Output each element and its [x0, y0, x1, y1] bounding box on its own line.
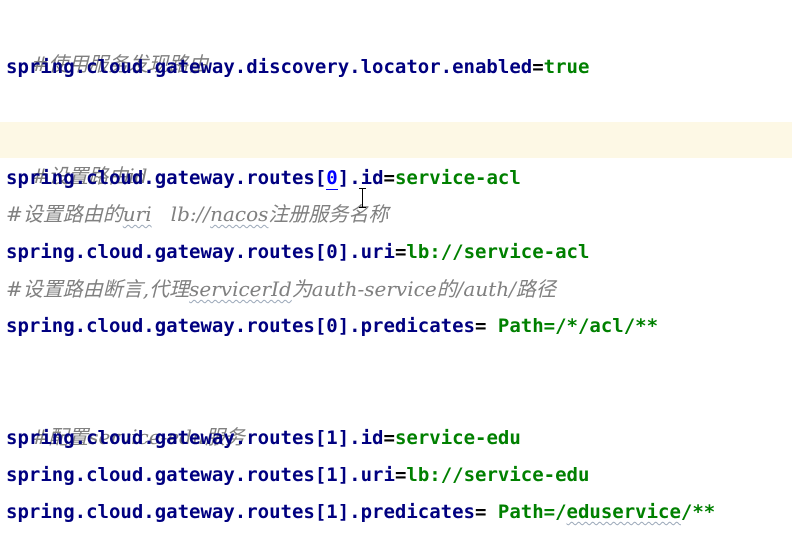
code-line[interactable]: spring.cloud.gateway.routes[0].predicate…	[0, 308, 792, 344]
code-line[interactable]: spring.cloud.gateway.routes[0].id=servic…	[0, 160, 792, 196]
property-value: service-acl	[394, 167, 521, 189]
code-line[interactable]: spring.cloud.gateway.discovery.locator.e…	[0, 49, 792, 85]
property-value: /**	[680, 501, 716, 523]
code-editor[interactable]: #使用服务发现路由 spring.cloud.gateway.discovery…	[0, 0, 792, 552]
property-separator: =	[475, 315, 498, 337]
property-value-typo: eduservice	[566, 501, 681, 523]
property-separator: =	[383, 167, 395, 189]
code-line-comment[interactable]: #设置路由的uri lb://nacos注册服务名称	[0, 196, 792, 232]
code-line[interactable]: spring.cloud.gateway.routes[1].uri=lb://…	[0, 457, 792, 493]
comment-text: 注册服务名称	[268, 202, 389, 226]
code-line-comment-current[interactable]: #设置路由id	[0, 122, 792, 188]
property-key: spring.cloud.gateway.routes[0].uri	[6, 241, 395, 263]
code-line-comment[interactable]: #设置路由断言,代理servicerId为auth-service的/auth/…	[0, 271, 792, 307]
code-line[interactable]: spring.cloud.gateway.routes[0].uri=lb://…	[0, 234, 792, 270]
code-line[interactable]: spring.cloud.gateway.routes[1].id=servic…	[0, 420, 792, 456]
property-key: spring.cloud.gateway.routes[1].predicate…	[6, 501, 475, 523]
comment-text-typo: servicerId	[189, 277, 292, 301]
property-key-prefix: spring.cloud.gateway.routes[	[6, 167, 327, 189]
property-value: lb://service-acl	[406, 241, 590, 263]
property-key: spring.cloud.gateway.routes[0].predicate…	[6, 315, 475, 337]
property-value: lb://service-edu	[406, 464, 590, 486]
property-key: spring.cloud.gateway.routes[1].id	[6, 427, 384, 449]
route-index-highlight: 0	[326, 167, 338, 190]
property-separator: =	[394, 241, 407, 263]
code-line[interactable]: spring.cloud.gateway.routes[1].predicate…	[0, 494, 792, 530]
code-line-comment[interactable]: #使用服务发现路由	[0, 10, 792, 76]
comment-text: #设置路由断言,代理	[6, 277, 190, 301]
property-value: Path=/*/acl/**	[497, 315, 659, 337]
comment-text: lb://	[151, 202, 211, 226]
code-line-comment[interactable]: #配置service-edu服务	[0, 383, 792, 449]
property-key-suffix: ].id	[337, 167, 384, 189]
comment-text-typo: nacos	[210, 202, 269, 226]
comment-text: #设置路由的	[6, 202, 123, 226]
comment-text-typo: uri	[122, 202, 152, 226]
property-value: Path=/	[497, 501, 567, 523]
property-value: true	[543, 56, 590, 78]
property-separator: =	[394, 464, 407, 486]
property-key: spring.cloud.gateway.routes[0].id	[6, 167, 384, 190]
property-separator: =	[532, 56, 544, 78]
property-separator: =	[475, 501, 498, 523]
property-key: spring.cloud.gateway.routes[1].uri	[6, 464, 395, 486]
property-value: service-edu	[394, 427, 521, 449]
text-cursor-icon	[358, 187, 368, 209]
comment-text: 为auth-service的/auth/路径	[291, 277, 556, 301]
property-key: spring.cloud.gateway.discovery.locator.e…	[6, 56, 533, 78]
property-separator: =	[383, 427, 395, 449]
